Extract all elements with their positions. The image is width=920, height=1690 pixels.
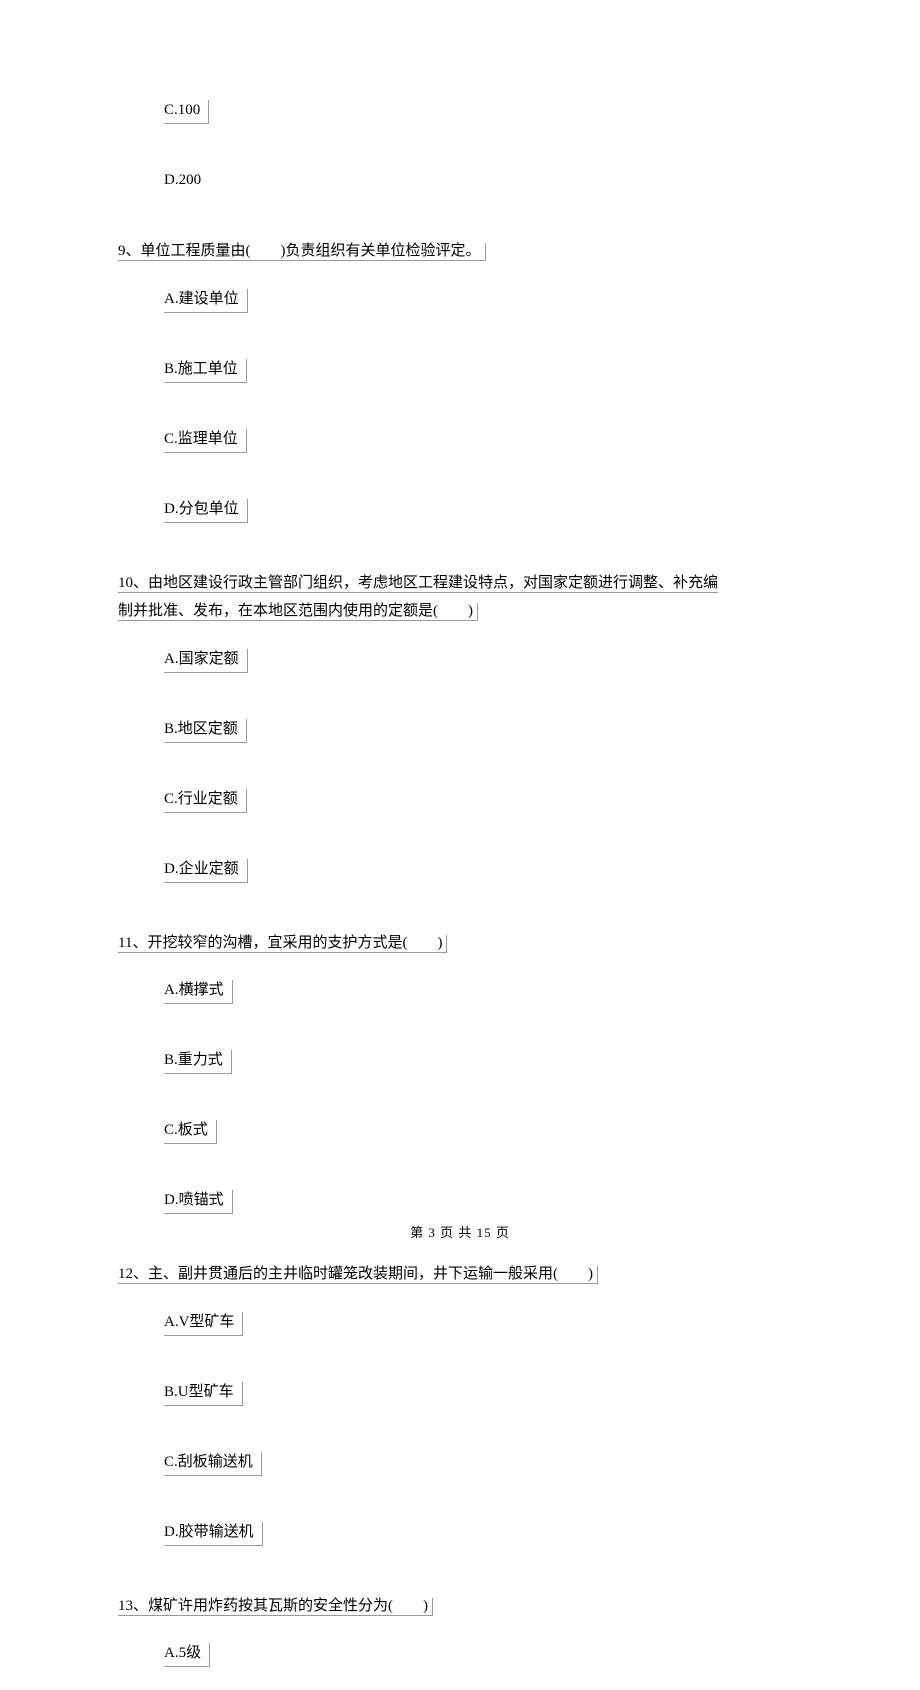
q12-option-b: B.U型矿车: [164, 1382, 243, 1406]
q9-option-d: D.分包单位: [164, 499, 248, 523]
q11-text: 11、开挖较窄的沟槽，宜采用的支护方式是( ): [118, 935, 447, 953]
q12-option-a: A.V型矿车: [164, 1312, 243, 1336]
q12-option-c: C.刮板输送机: [164, 1452, 262, 1476]
question-10: 10、由地区建设行政主管部门组织，考虑地区工程建设特点，对国家定额进行调整、补充…: [118, 569, 800, 626]
q11-option-c: C.板式: [164, 1120, 217, 1144]
q9-option-a: A.建设单位: [164, 289, 248, 313]
q13-text: 13、煤矿许用炸药按其瓦斯的安全性分为( ): [118, 1598, 433, 1616]
question-13: 13、煤矿许用炸药按其瓦斯的安全性分为( ): [118, 1592, 800, 1621]
question-11: 11、开挖较窄的沟槽，宜采用的支护方式是( ): [118, 929, 800, 958]
exam-page: C.100 D.200 9、单位工程质量由( )负责组织有关单位检验评定。 A.…: [0, 0, 920, 1690]
q12-option-d: D.胶带输送机: [164, 1522, 263, 1546]
q13-option-a: A.5级: [164, 1643, 210, 1667]
q10-option-a: A.国家定额: [164, 649, 248, 673]
q11-option-d: D.喷锚式: [164, 1190, 233, 1214]
q8-option-d: D.200: [164, 170, 201, 191]
q10-line2: 制并批准、发布，在本地区范围内使用的定额是( ): [118, 603, 478, 621]
q11-option-a: A.横撑式: [164, 980, 233, 1004]
q11-option-b: B.重力式: [164, 1050, 232, 1074]
page-footer: 第 3 页 共 15 页: [0, 1224, 920, 1242]
q9-option-c: C.监理单位: [164, 429, 247, 453]
question-9: 9、单位工程质量由( )负责组织有关单位检验评定。: [118, 237, 800, 266]
q10-line1: 10、由地区建设行政主管部门组织，考虑地区工程建设特点，对国家定额进行调整、补充…: [118, 575, 718, 593]
q8-option-c: C.100: [164, 100, 209, 124]
q9-text: 9、单位工程质量由( )负责组织有关单位检验评定。: [118, 243, 486, 261]
q10-option-d: D.企业定额: [164, 859, 248, 883]
q9-option-b: B.施工单位: [164, 359, 247, 383]
q10-option-c: C.行业定额: [164, 789, 247, 813]
q12-text: 12、主、副井贯通后的主井临时罐笼改装期间，井下运输一般采用( ): [118, 1266, 598, 1284]
question-12: 12、主、副井贯通后的主井临时罐笼改装期间，井下运输一般采用( ): [118, 1260, 800, 1289]
q10-option-b: B.地区定额: [164, 719, 247, 743]
